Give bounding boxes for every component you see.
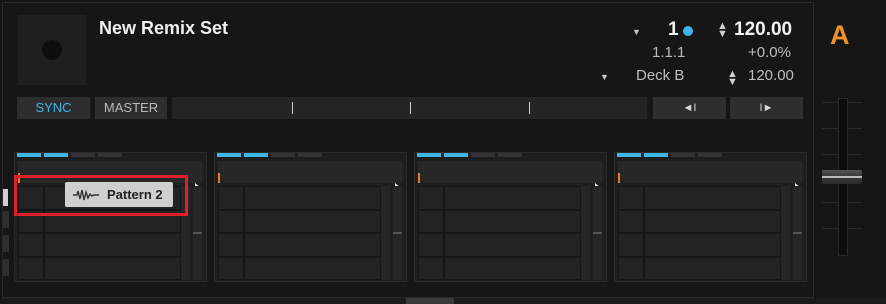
remix-deck: New Remix Set ▼ 1 ▲ ▼ 120.00 1.1.1 +0.0% … [0, 0, 886, 304]
cover-art[interactable] [18, 15, 86, 85]
sample-cell[interactable] [418, 209, 444, 233]
sample-cell[interactable] [244, 256, 381, 280]
slot-volume-fader[interactable] [593, 186, 602, 280]
sample-cell[interactable] [218, 209, 244, 233]
sample-grid [618, 186, 781, 280]
sync-button[interactable]: SYNC [17, 97, 90, 119]
beat-jump-forward-button[interactable]: I► [730, 97, 803, 119]
sample-cell[interactable] [644, 256, 781, 280]
beat-position-bar[interactable] [172, 97, 647, 119]
deck-volume-fader[interactable] [822, 98, 862, 256]
beat-jump-back-button[interactable]: ◄I [653, 97, 726, 119]
slot-header[interactable] [418, 161, 603, 193]
position-value: 1.1.1 [652, 44, 686, 61]
slot-volume-fader[interactable] [793, 186, 802, 280]
bottom-strip [0, 298, 886, 304]
sample-cell[interactable] [418, 233, 444, 257]
beat-indicator: 1 [668, 19, 679, 40]
sample-cell[interactable] [444, 256, 581, 280]
deck-title: New Remix Set [99, 18, 229, 38]
slot-volume-fader[interactable] [393, 186, 402, 280]
slot-volume-fader[interactable] [193, 186, 202, 280]
sample-slot-4[interactable] [614, 152, 807, 282]
sample-cell[interactable] [218, 233, 244, 257]
sample-cell[interactable] [618, 209, 644, 233]
beat-tick [529, 102, 530, 114]
sample-grid [218, 186, 381, 280]
tempo-value[interactable]: 120.00 [734, 19, 792, 41]
tempo-updown-icon[interactable]: ▲ ▼ [717, 21, 728, 40]
sample-cell[interactable] [644, 186, 781, 210]
sample-cell[interactable] [244, 233, 381, 257]
sample-cell[interactable] [618, 256, 644, 280]
sample-cell[interactable] [418, 256, 444, 280]
sample-slot-2[interactable] [214, 152, 407, 282]
pitch-value: +0.0% [748, 44, 791, 61]
sample-slot-1[interactable] [14, 152, 207, 282]
disc-icon [42, 40, 62, 60]
sample-cell[interactable] [244, 186, 381, 210]
fader-knob[interactable] [822, 170, 862, 184]
sample-cell[interactable] [218, 186, 244, 210]
slot-level-meter [581, 186, 590, 280]
master-tempo-value: 120.00 [748, 67, 794, 84]
deck-letter: A [830, 20, 850, 50]
sample-cell[interactable] [644, 233, 781, 257]
highlight-box [14, 175, 188, 216]
sample-cell[interactable] [444, 209, 581, 233]
slot-marker [418, 173, 420, 183]
sample-cell[interactable] [244, 209, 381, 233]
slot-header[interactable] [218, 161, 403, 193]
slot-level-meter [381, 186, 390, 280]
sample-cell[interactable] [618, 186, 644, 210]
slot-marker [218, 173, 220, 183]
beat-dropdown-icon[interactable]: ▼ [632, 27, 641, 37]
beat-tick [410, 102, 411, 114]
sample-cell[interactable] [644, 209, 781, 233]
sample-cell[interactable] [444, 233, 581, 257]
sample-cell[interactable] [218, 256, 244, 280]
sample-cell[interactable] [444, 186, 581, 210]
sample-cell[interactable] [18, 233, 44, 257]
sync-source[interactable]: Deck B [636, 67, 684, 84]
sample-cell[interactable] [618, 233, 644, 257]
beat-phase-dot [683, 26, 693, 36]
slot-marker [618, 173, 620, 183]
sample-cell[interactable] [44, 256, 181, 280]
sample-slot-3[interactable] [414, 152, 607, 282]
master-tempo-updown-icon[interactable]: ▲ ▼ [727, 69, 738, 88]
sample-cell[interactable] [44, 233, 181, 257]
slot-level-meter [781, 186, 790, 280]
sample-cell[interactable] [18, 256, 44, 280]
beat-tick [292, 102, 293, 114]
sample-cell[interactable] [418, 186, 444, 210]
master-button[interactable]: MASTER [95, 97, 167, 119]
sample-grid [418, 186, 581, 280]
slot-header[interactable] [618, 161, 803, 193]
sync-source-dropdown-icon[interactable]: ▼ [600, 72, 609, 82]
